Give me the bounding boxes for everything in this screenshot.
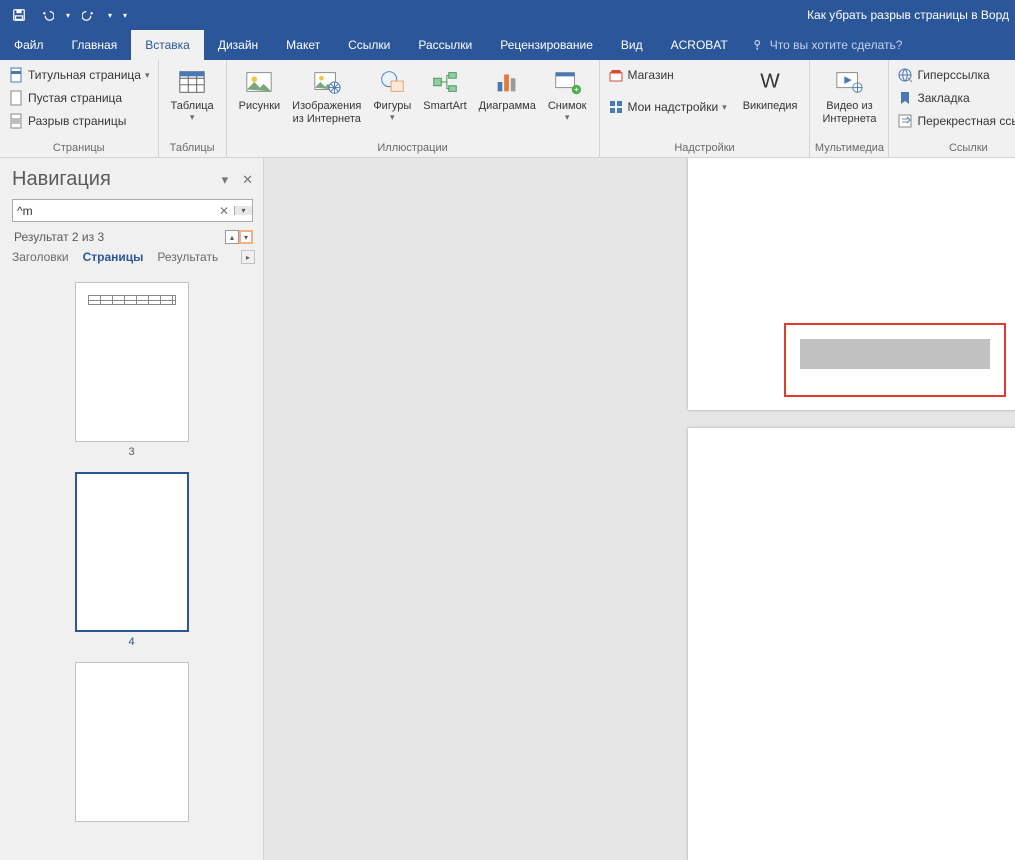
group-media: Видео изИнтернета Мультимедиа xyxy=(810,60,889,157)
chart-button[interactable]: Диаграмма xyxy=(473,64,542,126)
group-tables: Таблица▾ Таблицы xyxy=(159,60,227,157)
chart-icon xyxy=(491,66,523,98)
tab-home[interactable]: Главная xyxy=(58,30,132,60)
tab-view[interactable]: Вид xyxy=(607,30,657,60)
main-area: Навигация ▾ ✕ ✕ ▾ Результат 2 из 3 ▴ ▾ З… xyxy=(0,158,1015,860)
redo-dropdown[interactable]: ▾ xyxy=(104,3,116,27)
undo-button[interactable] xyxy=(34,3,60,27)
tab-acrobat[interactable]: ACROBAT xyxy=(657,30,742,60)
tab-file[interactable]: Файл xyxy=(0,30,58,60)
store-button[interactable]: Магазин xyxy=(606,64,729,86)
group-links: Гиперссылка Закладка Перекрестная ссылка… xyxy=(889,60,1015,157)
group-addins-label: Надстройки xyxy=(600,140,810,157)
group-pages-label: Страницы xyxy=(0,140,158,157)
smartart-icon xyxy=(429,66,461,98)
group-media-label: Мультимедиа xyxy=(810,140,888,157)
hyperlink-button[interactable]: Гиперссылка xyxy=(895,64,1015,86)
thumb-page-5[interactable] xyxy=(75,662,189,822)
nav-search-dropdown[interactable]: ▾ xyxy=(234,206,252,215)
tab-review[interactable]: Рецензирование xyxy=(486,30,607,60)
online-pictures-icon xyxy=(311,66,343,98)
thumb-page-4[interactable] xyxy=(75,472,189,632)
svg-text:W: W xyxy=(760,70,780,93)
thumb-page-3[interactable] xyxy=(75,282,189,442)
nav-prev-result[interactable]: ▴ xyxy=(225,230,239,244)
nav-search-box: ✕ ▾ xyxy=(12,199,253,222)
online-video-button[interactable]: Видео изИнтернета xyxy=(816,64,882,126)
redo-button[interactable] xyxy=(76,3,102,27)
tell-me-search[interactable]: Что вы хотите сделать? xyxy=(742,30,913,60)
smartart-button[interactable]: SmartArt xyxy=(417,64,472,126)
nav-tab-results[interactable]: Результать xyxy=(157,250,218,264)
my-addins-button[interactable]: Мои надстройки▾ xyxy=(606,96,729,118)
tab-layout[interactable]: Макет xyxy=(272,30,334,60)
page-previous[interactable] xyxy=(688,158,1015,410)
group-pages: Титульная страница▾ Пустая страница Разр… xyxy=(0,60,159,157)
blank-page-button[interactable]: Пустая страница xyxy=(6,87,152,109)
nav-tab-pages[interactable]: Страницы xyxy=(83,250,144,264)
shapes-icon xyxy=(376,66,408,98)
nav-search-input[interactable] xyxy=(13,204,214,218)
nav-tabs-overflow[interactable]: ▸ xyxy=(241,250,255,264)
title-bar: ▾ ▾ ▾ Как убрать разрыв страницы в Ворд xyxy=(0,0,1015,30)
online-pictures-button[interactable]: Изображенияиз Интернета xyxy=(286,64,367,126)
group-tables-label: Таблицы xyxy=(159,140,226,157)
group-illustrations-label: Иллюстрации xyxy=(227,140,599,157)
ribbon: Титульная страница▾ Пустая страница Разр… xyxy=(0,60,1015,158)
qat-customize[interactable]: ▾ xyxy=(118,3,132,27)
screenshot-button[interactable]: Снимок▾ xyxy=(542,64,593,126)
document-canvas[interactable] xyxy=(264,158,1015,860)
page-break-button[interactable]: Разрыв страницы xyxy=(6,110,152,132)
shapes-button[interactable]: Фигуры▾ xyxy=(367,64,417,126)
pictures-button[interactable]: Рисунки xyxy=(233,64,287,126)
nav-tab-headings[interactable]: Заголовки xyxy=(12,250,69,264)
ribbon-tabs: Файл Главная Вставка Дизайн Макет Ссылки… xyxy=(0,30,1015,60)
cover-page-button[interactable]: Титульная страница▾ xyxy=(6,64,152,86)
tab-references[interactable]: Ссылки xyxy=(334,30,404,60)
document-title: Как убрать разрыв страницы в Ворд xyxy=(807,8,1009,22)
tell-me-placeholder: Что вы хотите сделать? xyxy=(770,38,903,52)
group-addins: Магазин Мои надстройки▾ W Википедия Надс… xyxy=(600,60,811,157)
nav-search-clear[interactable]: ✕ xyxy=(214,204,234,218)
nav-options-dropdown[interactable]: ▾ xyxy=(222,172,229,188)
wikipedia-button[interactable]: W Википедия xyxy=(737,64,804,126)
video-icon xyxy=(833,66,865,98)
thumb-label-3: 3 xyxy=(128,446,134,458)
wikipedia-icon: W xyxy=(754,66,786,98)
save-button[interactable] xyxy=(6,3,32,27)
nav-result-text: Результат 2 из 3 xyxy=(14,230,104,244)
undo-dropdown[interactable]: ▾ xyxy=(62,3,74,27)
group-links-label: Ссылки xyxy=(889,140,1015,157)
crossref-button[interactable]: Перекрестная ссылка xyxy=(895,110,1015,132)
nav-thumbnails: 3 4 xyxy=(0,266,263,860)
pictures-icon xyxy=(243,66,275,98)
table-button[interactable]: Таблица▾ xyxy=(165,64,220,126)
nav-title: Навигация xyxy=(12,168,111,191)
group-illustrations: Рисунки Изображенияиз Интернета Фигуры▾ … xyxy=(227,60,600,157)
table-icon xyxy=(176,66,208,98)
tab-mailings[interactable]: Рассылки xyxy=(404,30,486,60)
page-current[interactable] xyxy=(688,428,1015,860)
bookmark-button[interactable]: Закладка xyxy=(895,87,1015,109)
nav-close-button[interactable]: ✕ xyxy=(242,172,253,188)
thumb-label-4: 4 xyxy=(128,636,134,648)
nav-next-result[interactable]: ▾ xyxy=(239,230,253,244)
tab-insert[interactable]: Вставка xyxy=(131,30,204,60)
quick-access-toolbar: ▾ ▾ ▾ xyxy=(6,3,132,27)
screenshot-icon xyxy=(551,66,583,98)
navigation-pane: Навигация ▾ ✕ ✕ ▾ Результат 2 из 3 ▴ ▾ З… xyxy=(0,158,264,860)
tab-design[interactable]: Дизайн xyxy=(204,30,272,60)
